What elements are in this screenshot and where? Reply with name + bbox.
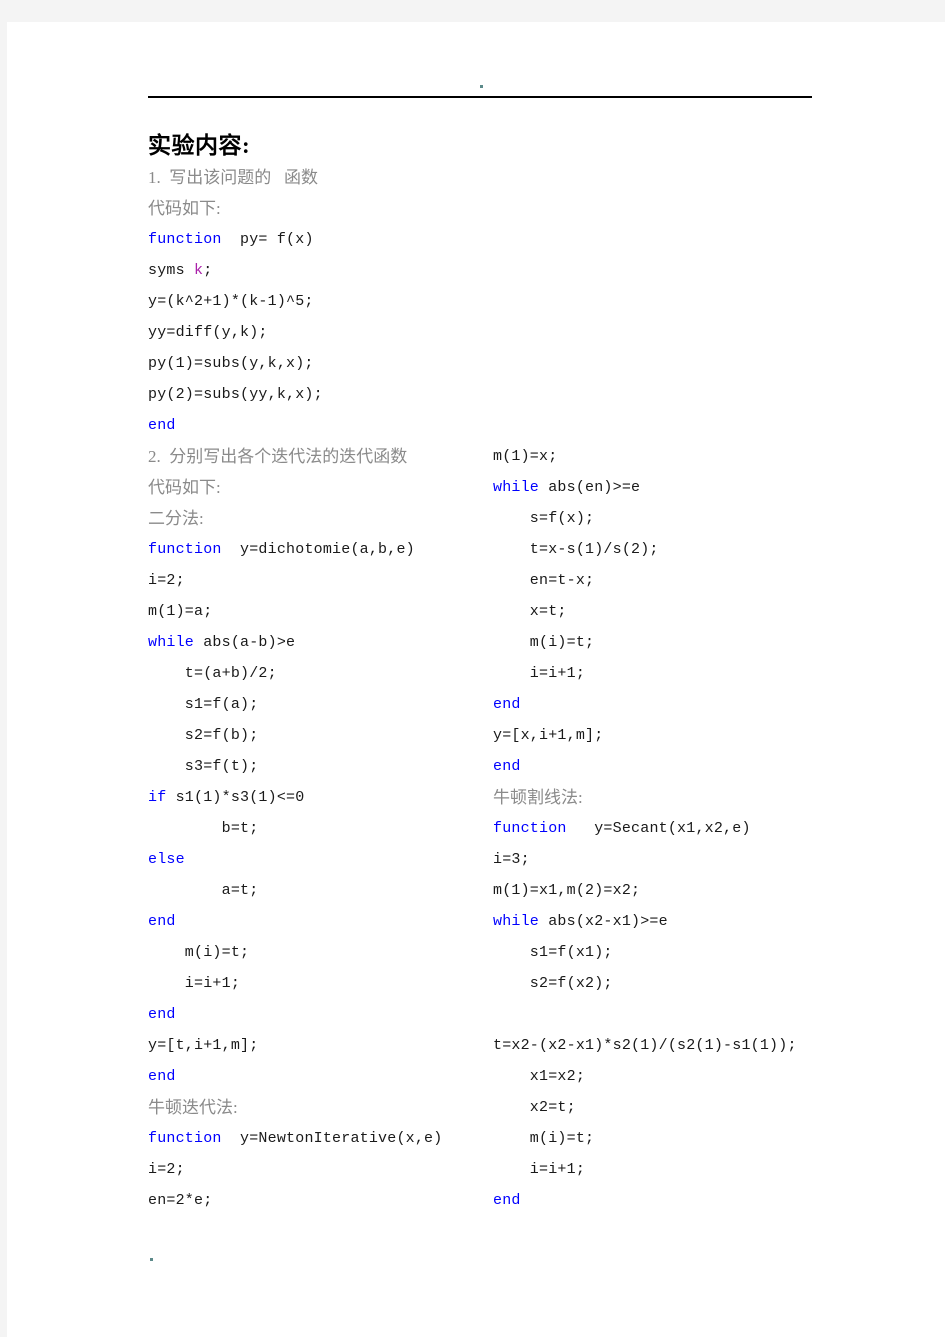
code-line: a=t;: [148, 882, 259, 899]
code-line: end: [493, 758, 521, 775]
code-line: x1=x2;: [493, 1068, 586, 1085]
code-line: s3=f(t);: [148, 758, 259, 775]
code-line: end: [148, 417, 176, 434]
footer-dot-icon: [150, 1258, 153, 1261]
page-header: [148, 74, 828, 104]
code-line: m(1)=a;: [148, 603, 213, 620]
code-line: m(1)=x;: [493, 448, 558, 465]
code-line: m(i)=t;: [493, 634, 595, 651]
code-line: en=t-x;: [493, 572, 595, 589]
method-label-dichotomy: 二分法:: [148, 509, 204, 528]
code-line: i=i+1;: [493, 1161, 586, 1178]
code-line: function py= f(x): [148, 231, 314, 248]
code-line: i=i+1;: [148, 975, 241, 992]
code-line: x=t;: [493, 603, 567, 620]
code-line: m(1)=x1,m(2)=x2;: [493, 882, 641, 899]
left-code-column: 2. 分别写出各个迭代法的迭代函数 代码如下: 二分法: function y=…: [148, 441, 478, 1216]
page-title: 实验内容:: [148, 133, 251, 158]
code-line: i=2;: [148, 1161, 185, 1178]
code-line: s1=f(x1);: [493, 944, 613, 961]
code-line: t=(a+b)/2;: [148, 665, 277, 682]
code-line: function y=Secant(x1,x2,e): [493, 820, 751, 837]
code-line: i=2;: [148, 572, 185, 589]
method-label-secant: 牛顿割线法:: [493, 788, 583, 807]
code-line: t=x2-(x2-x1)*s2(1)/(s2(1)-s1(1));: [493, 1037, 797, 1054]
code-line: end: [493, 1192, 521, 1209]
code-line: i=3;: [493, 851, 530, 868]
code-line: py(1)=subs(y,k,x);: [148, 355, 314, 372]
code-line: m(i)=t;: [148, 944, 250, 961]
code-line: b=t;: [148, 820, 259, 837]
code-line: if s1(1)*s3(1)<=0: [148, 789, 305, 806]
code-line: y=[t,i+1,m];: [148, 1037, 259, 1054]
header-dot-icon: [480, 85, 483, 88]
code-line: y=[x,i+1,m];: [493, 727, 604, 744]
method-label-newton: 牛顿迭代法:: [148, 1098, 238, 1117]
code-line: yy=diff(y,k);: [148, 324, 268, 341]
code-line: s2=f(x2);: [493, 975, 613, 992]
intro-code-label-1: 代码如下:: [148, 199, 221, 218]
code-line: y=(k^2+1)*(k-1)^5;: [148, 293, 314, 310]
intro-block: 1. 写出该问题的 函数 代码如下:: [148, 162, 548, 224]
code-line: t=x-s(1)/s(2);: [493, 541, 659, 558]
code-line: while abs(en)>=e: [493, 479, 641, 496]
code-line: syms k;: [148, 262, 213, 279]
code-line: i=i+1;: [493, 665, 586, 682]
intro-item-2: 2. 分别写出各个迭代法的迭代函数: [148, 447, 408, 466]
code-line: end: [148, 1068, 176, 1085]
intro-code-label-2: 代码如下:: [148, 478, 221, 497]
right-code-column: m(1)=x; while abs(en)>=e s=f(x); t=x-s(1…: [493, 441, 828, 1216]
intro-item-1: 1. 写出该问题的 函数: [148, 168, 318, 187]
page-content: 实验内容: 1. 写出该问题的 函数 代码如下: function py= f(…: [148, 74, 828, 1209]
code-line: function y=NewtonIterative(x,e): [148, 1130, 443, 1147]
section1-code-block: function py= f(x) syms k; y=(k^2+1)*(k-1…: [148, 224, 548, 441]
document-page: 实验内容: 1. 写出该问题的 函数 代码如下: function py= f(…: [7, 22, 945, 1337]
code-line: else: [148, 851, 185, 868]
code-line: s2=f(b);: [148, 727, 259, 744]
code-line: while abs(x2-x1)>=e: [493, 913, 668, 930]
code-line: end: [148, 1006, 176, 1023]
code-line: m(i)=t;: [493, 1130, 595, 1147]
code-line: end: [493, 696, 521, 713]
code-line: while abs(a-b)>e: [148, 634, 296, 651]
code-line: s1=f(a);: [148, 696, 259, 713]
code-line: x2=t;: [493, 1099, 576, 1116]
code-line: en=2*e;: [148, 1192, 213, 1209]
code-line: end: [148, 913, 176, 930]
code-line: s=f(x);: [493, 510, 595, 527]
code-line: py(2)=subs(yy,k,x);: [148, 386, 323, 403]
code-line: function y=dichotomie(a,b,e): [148, 541, 415, 558]
header-rule-divider: [148, 96, 812, 98]
